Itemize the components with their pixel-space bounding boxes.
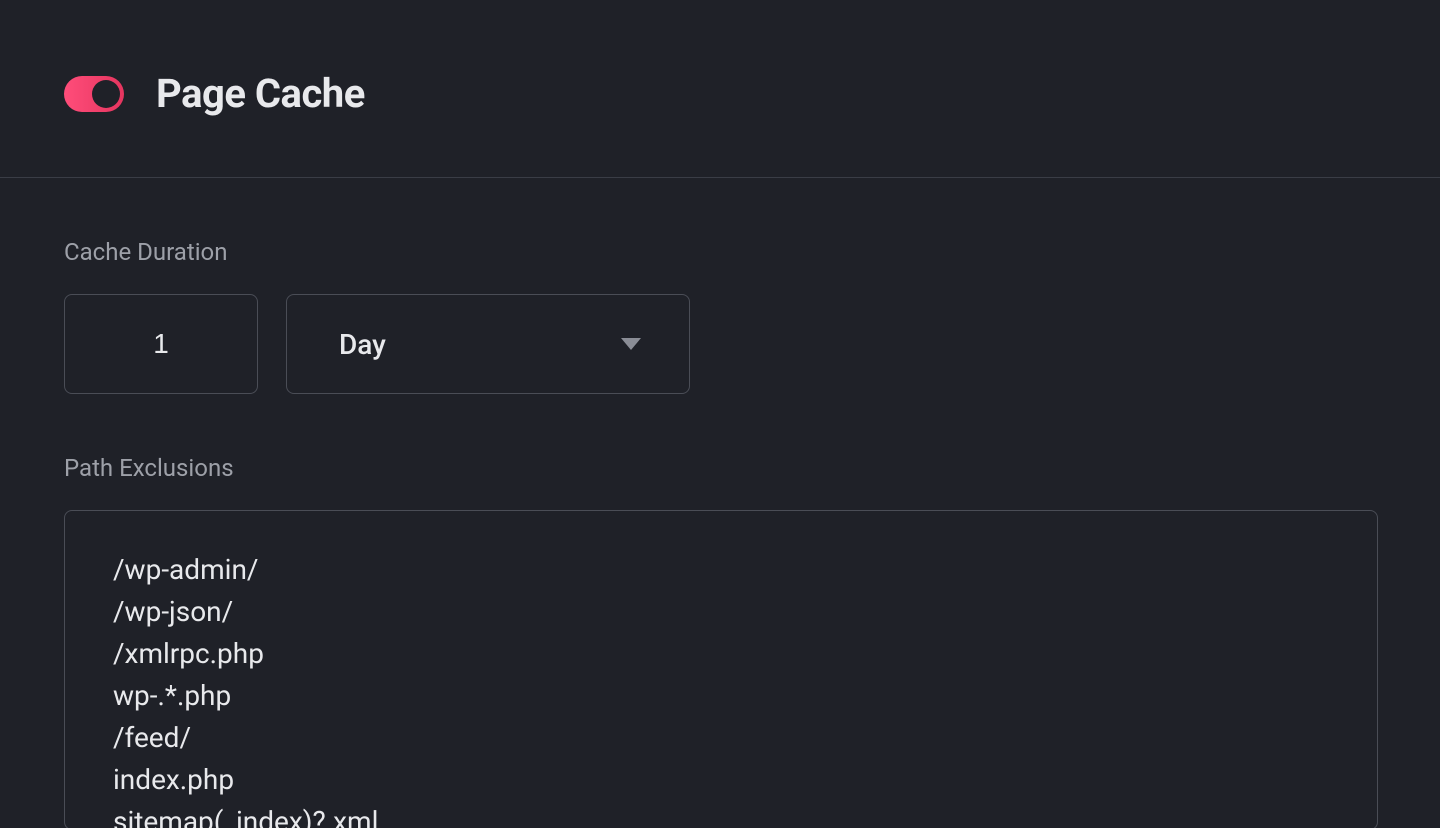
cache-duration-unit-select[interactable]: Day bbox=[286, 294, 690, 394]
path-exclusions-textarea[interactable] bbox=[64, 510, 1378, 828]
header: Page Cache bbox=[0, 0, 1440, 178]
cache-duration-unit-value: Day bbox=[339, 328, 386, 361]
cache-duration-value-input[interactable] bbox=[64, 294, 258, 394]
path-exclusions-label: Path Exclusions bbox=[64, 454, 1376, 482]
page-title: Page Cache bbox=[156, 70, 365, 117]
settings-body: Cache Duration Day Path Exclusions bbox=[0, 178, 1440, 828]
toggle-knob bbox=[92, 80, 120, 108]
cache-duration-row: Day bbox=[64, 294, 1376, 394]
cache-duration-label: Cache Duration bbox=[64, 238, 1376, 266]
page-cache-toggle[interactable] bbox=[64, 76, 124, 112]
chevron-down-icon bbox=[621, 338, 641, 350]
